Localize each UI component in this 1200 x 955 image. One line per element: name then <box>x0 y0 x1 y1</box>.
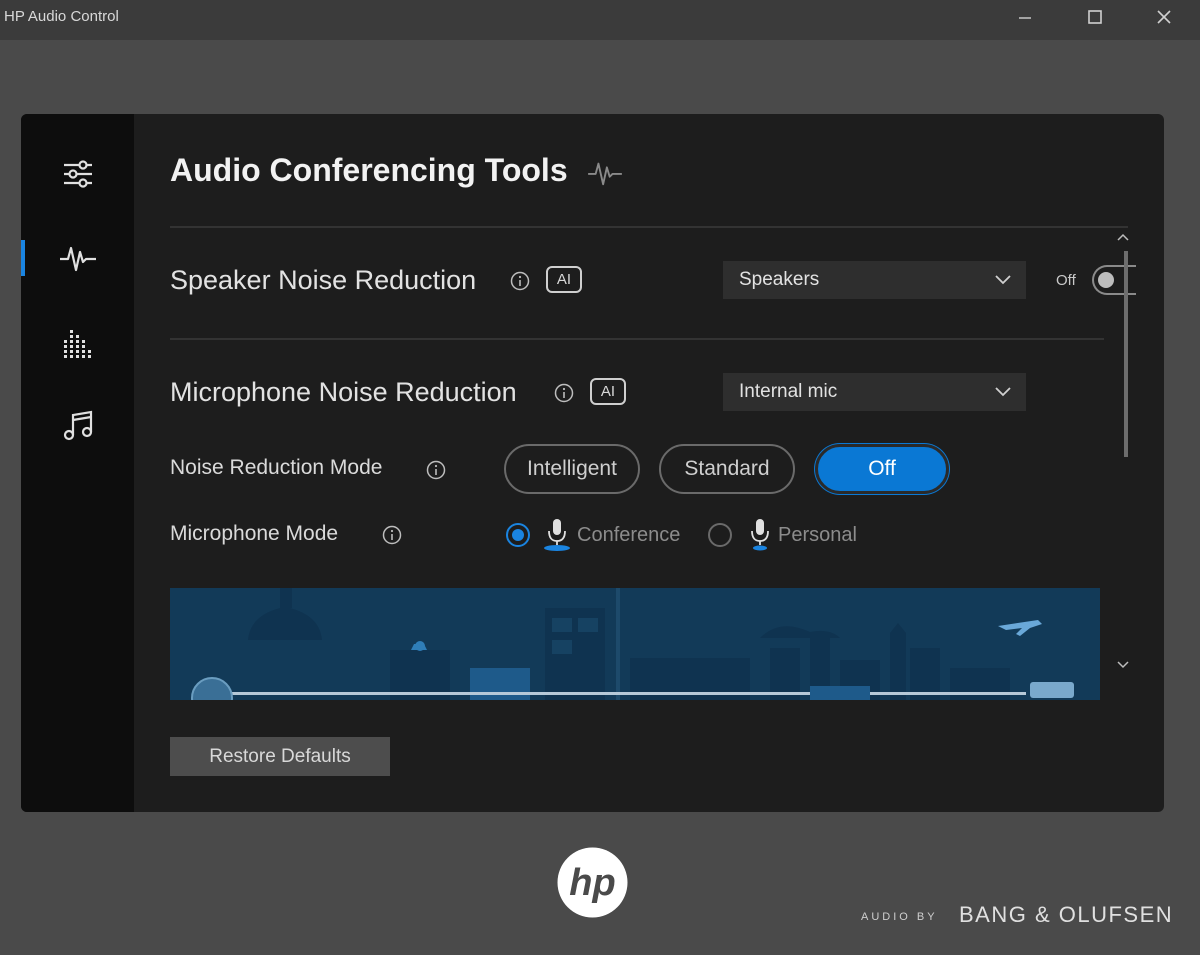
mode-standard-button[interactable]: Standard <box>659 444 795 494</box>
restore-defaults-button[interactable]: Restore Defaults <box>170 737 390 776</box>
mode-intelligent-button[interactable]: Intelligent <box>504 444 640 494</box>
info-icon[interactable] <box>510 271 530 291</box>
info-icon[interactable] <box>426 460 446 480</box>
microphone-icon <box>751 519 769 551</box>
radio-conference-label: Conference <box>577 524 681 546</box>
equalizer-icon <box>63 330 91 358</box>
chevron-down-icon <box>995 387 1011 397</box>
sidebar-item-conferencing[interactable] <box>21 228 134 288</box>
info-icon[interactable] <box>382 525 402 545</box>
microphone-icon <box>544 519 570 551</box>
ai-badge: AI <box>546 266 582 293</box>
dropdown-value: Speakers <box>739 269 820 290</box>
hp-logo: hp <box>557 847 628 918</box>
minimize-button[interactable] <box>990 0 1060 34</box>
sidebar-item-music[interactable] <box>21 396 134 456</box>
sidebar-item-equalizer[interactable] <box>21 312 134 372</box>
close-icon <box>1157 10 1171 24</box>
chevron-down-icon <box>995 275 1011 285</box>
music-note-icon <box>63 410 92 441</box>
radio-conference[interactable] <box>506 523 530 547</box>
radio-personal[interactable] <box>708 523 732 547</box>
sidebar-item-settings[interactable] <box>21 144 134 204</box>
mic-mode-label: Microphone Mode <box>170 522 339 545</box>
speaker-noise-label: Speaker Noise Reduction <box>170 265 477 295</box>
mode-off-button[interactable]: Off <box>815 444 949 494</box>
content-area: Audio Conferencing Tools Speaker Noise R… <box>134 114 1164 812</box>
window-title: HP Audio Control <box>4 8 119 25</box>
waveform-icon <box>59 246 96 272</box>
brand-name: BANG & OLUFSEN <box>959 902 1174 927</box>
chevron-down-icon[interactable] <box>1116 660 1130 670</box>
info-icon[interactable] <box>554 383 574 403</box>
scrollbar-thumb[interactable] <box>1124 251 1128 457</box>
speaker-device-dropdown[interactable]: Speakers <box>723 261 1026 299</box>
divider <box>170 226 1128 228</box>
divider <box>170 338 1104 340</box>
mic-noise-label: Microphone Noise Reduction <box>170 377 517 407</box>
maximize-button[interactable] <box>1060 0 1130 34</box>
toggle-state-label: Off <box>1056 272 1076 289</box>
dropdown-value: Internal mic <box>739 381 838 402</box>
mic-device-dropdown[interactable]: Internal mic <box>723 373 1026 411</box>
waveform-icon <box>588 162 622 186</box>
radio-personal-label: Personal <box>778 524 857 546</box>
sliders-icon <box>63 160 92 188</box>
noise-mode-label: Noise Reduction Mode <box>170 456 383 479</box>
page-title: Audio Conferencing Tools <box>170 152 568 188</box>
maximize-icon <box>1088 10 1102 24</box>
minimize-icon <box>1019 17 1031 19</box>
sidebar <box>21 114 134 812</box>
ai-badge: AI <box>590 378 626 405</box>
office-scene-illustration <box>170 588 1100 700</box>
brand-prefix: AUDIO BY <box>861 911 938 923</box>
main-panel: Audio Conferencing Tools Speaker Noise R… <box>21 114 1164 812</box>
title-bar: HP Audio Control <box>0 0 1200 40</box>
conference-illustration <box>170 588 1100 700</box>
close-button[interactable] <box>1129 0 1199 34</box>
active-indicator <box>21 240 25 276</box>
chevron-up-icon[interactable] <box>1116 232 1130 242</box>
hp-logo-text: hp <box>569 862 615 904</box>
